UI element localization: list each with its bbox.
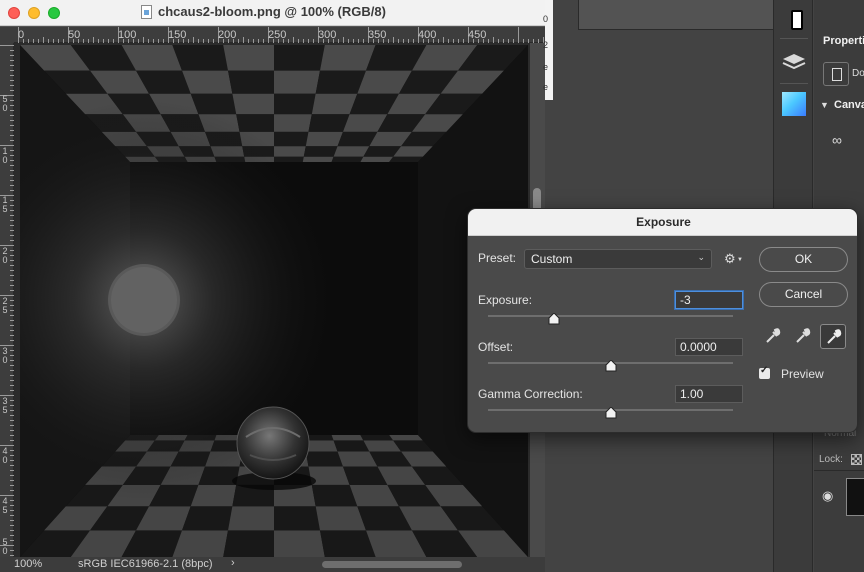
- chevron-down-icon[interactable]: ▼: [820, 100, 829, 110]
- ok-button[interactable]: OK: [759, 247, 848, 272]
- offset-label: Offset:: [478, 340, 514, 354]
- ruler-h-label: 100: [118, 29, 137, 41]
- black-point-eyedropper-icon[interactable]: [760, 324, 786, 349]
- ruler-h-label: 0: [18, 29, 25, 41]
- gear-icon[interactable]: ⚙: [724, 251, 736, 267]
- document-panel-icon[interactable]: [791, 10, 803, 30]
- ruler-v-label: 5: [2, 305, 8, 315]
- gray-point-eyedropper-icon[interactable]: [790, 324, 816, 349]
- ruler-v-label: 0: [2, 255, 8, 265]
- white-point-eyedropper-icon[interactable]: [820, 324, 846, 349]
- document-title-bar[interactable]: chcaus2-bloom.png @ 100% (RGB/8): [0, 0, 545, 26]
- ruler-h-label: 400: [418, 29, 437, 41]
- properties-panel-title[interactable]: Properti: [823, 35, 864, 47]
- ruler-v-label: 5: [2, 204, 8, 214]
- background-fragment: 0: [543, 14, 549, 24]
- ruler-v-label: 0: [2, 455, 8, 465]
- layer-thumbnail[interactable]: [846, 478, 864, 516]
- gamma-correction-label: Gamma Correction:: [478, 387, 583, 401]
- gear-menu-arrow-icon: ▼: [737, 257, 743, 263]
- zoom-level[interactable]: 100%: [14, 558, 42, 570]
- swatches-icon[interactable]: [782, 92, 806, 116]
- ruler-v-label: 0: [2, 103, 8, 113]
- document-title: chcaus2-bloom.png @ 100% (RGB/8): [158, 4, 386, 19]
- offset-input[interactable]: 0.0000: [675, 338, 743, 356]
- horizontal-scroll-thumb[interactable]: [322, 561, 462, 568]
- document-window: chcaus2-bloom.png @ 100% (RGB/8) 0 50 10…: [0, 0, 545, 572]
- gamma-correction-input[interactable]: 1.00: [675, 385, 743, 403]
- color-profile: sRGB IEC61966-2.1 (8bpc): [78, 558, 213, 570]
- preset-label: Preset:: [478, 251, 517, 265]
- horizontal-ruler[interactable]: 0 50 100 150 200 250 300 350 400 450: [14, 27, 545, 43]
- panel-separator: [780, 38, 808, 39]
- preview-label[interactable]: Preview: [781, 367, 824, 381]
- link-icon[interactable]: ∞: [832, 132, 842, 148]
- gamma-correction-slider[interactable]: [488, 407, 733, 419]
- ruler-h-label: 300: [318, 29, 337, 41]
- ruler-v-label: 5: [2, 405, 8, 415]
- document-canvas[interactable]: [14, 43, 530, 557]
- dialog-title-bar[interactable]: Exposure: [468, 209, 857, 236]
- preview-checkbox[interactable]: ✓: [759, 365, 770, 379]
- chevron-down-icon: ⌄: [697, 252, 705, 262]
- checkmark-icon: ✓: [760, 365, 769, 376]
- rendered-image: [20, 45, 528, 557]
- eye-icon[interactable]: ◉: [822, 488, 833, 504]
- background-panel-bar: [578, 0, 794, 30]
- ruler-v-label: 5: [2, 505, 8, 515]
- png-file-icon: [141, 5, 152, 19]
- vertical-ruler[interactable]: 5 0 1 0 1 5 2 0 2 5 3 0 3 5 4 0 4 5 5 0: [0, 43, 14, 557]
- lock-transparent-pixels-icon[interactable]: [851, 454, 862, 465]
- ruler-h-label: 150: [168, 29, 187, 41]
- exposure-label: Exposure:: [478, 293, 533, 307]
- preset-select[interactable]: Custom ⌄: [524, 249, 712, 269]
- dialog-title: Exposure: [636, 215, 691, 229]
- ruler-h-label: 450: [468, 29, 487, 41]
- background-fragment: e: [543, 82, 549, 92]
- ruler-h-label: 50: [68, 29, 81, 41]
- background-fragment: 2: [543, 40, 549, 50]
- close-window-button[interactable]: [8, 7, 20, 19]
- exposure-slider[interactable]: [488, 313, 733, 325]
- panel-separator: [814, 470, 864, 471]
- offset-slider[interactable]: [488, 360, 733, 372]
- ruler-h-label: 250: [268, 29, 287, 41]
- zoom-window-button[interactable]: [48, 7, 60, 19]
- status-menu-arrow[interactable]: ›: [231, 557, 235, 569]
- layers-icon[interactable]: [778, 46, 810, 78]
- ruler-h-label: 350: [368, 29, 387, 41]
- ruler-v-label: 0: [2, 355, 8, 365]
- lock-label: Lock:: [819, 454, 843, 465]
- document-properties-label: Do: [852, 68, 864, 79]
- status-bar: 100% sRGB IEC61966-2.1 (8bpc) ›: [0, 557, 545, 572]
- preset-value: Custom: [531, 252, 573, 266]
- ruler-h-label: 200: [218, 29, 237, 41]
- exposure-dialog: Exposure Preset: Custom ⌄ ⚙ ▼ Exposure: …: [467, 208, 858, 433]
- ruler-v-label: 0: [2, 155, 8, 165]
- minimize-window-button[interactable]: [28, 7, 40, 19]
- panel-separator: [780, 83, 808, 84]
- cancel-button[interactable]: Cancel: [759, 282, 848, 307]
- document-properties-icon: [823, 62, 849, 86]
- exposure-input[interactable]: -3: [675, 291, 743, 309]
- ruler-origin[interactable]: [0, 27, 14, 43]
- canvas-section-label[interactable]: Canva: [834, 99, 864, 111]
- background-fragment: e: [543, 62, 549, 72]
- ruler-v-label: 0: [2, 546, 8, 556]
